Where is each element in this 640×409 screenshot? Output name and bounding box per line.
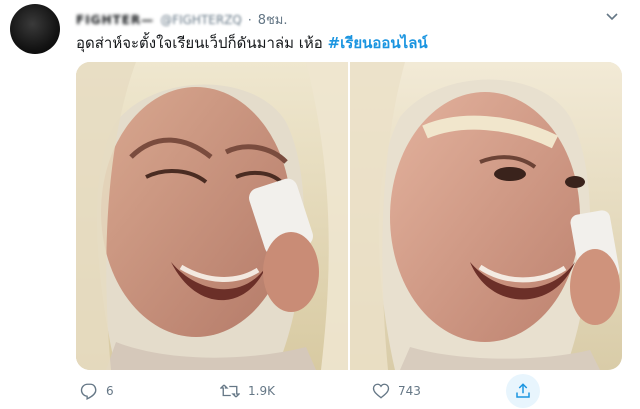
tweet-actions: 6 1.9K 743 xyxy=(76,374,622,408)
retweet-button[interactable]: 1.9K xyxy=(220,376,275,406)
hashtag-link[interactable]: #เรียนออนไลน์ xyxy=(328,34,428,52)
chevron-down-icon[interactable] xyxy=(606,10,618,24)
author-handle[interactable]: @FIGHTERZQ xyxy=(160,13,242,27)
tweet-header: FIGHTER— @FIGHTERZQ · 8ชม. xyxy=(76,9,288,30)
tweet-body: อุดส่าห์จะตั้งใจเรียนเว็ปก็ดันมาล่ม เห้อ xyxy=(76,34,328,52)
heart-icon xyxy=(372,382,390,400)
timestamp[interactable]: 8ชม. xyxy=(258,9,288,30)
media-grid xyxy=(76,62,622,370)
retweet-count: 1.9K xyxy=(248,384,275,398)
retweet-icon xyxy=(220,382,240,400)
separator-dot: · xyxy=(247,12,252,27)
photo-right[interactable] xyxy=(350,62,622,370)
reply-count: 6 xyxy=(106,384,114,398)
share-icon xyxy=(514,382,532,400)
photo-left[interactable] xyxy=(76,62,348,370)
avatar[interactable] xyxy=(10,4,60,54)
reply-button[interactable]: 6 xyxy=(80,376,114,406)
reply-icon xyxy=(80,382,98,400)
like-button[interactable]: 743 xyxy=(372,376,421,406)
tweet-text: อุดส่าห์จะตั้งใจเรียนเว็ปก็ดันมาล่ม เห้อ… xyxy=(76,33,428,53)
share-button[interactable] xyxy=(506,374,540,408)
like-count: 743 xyxy=(398,384,421,398)
author-name[interactable]: FIGHTER— xyxy=(76,13,154,27)
